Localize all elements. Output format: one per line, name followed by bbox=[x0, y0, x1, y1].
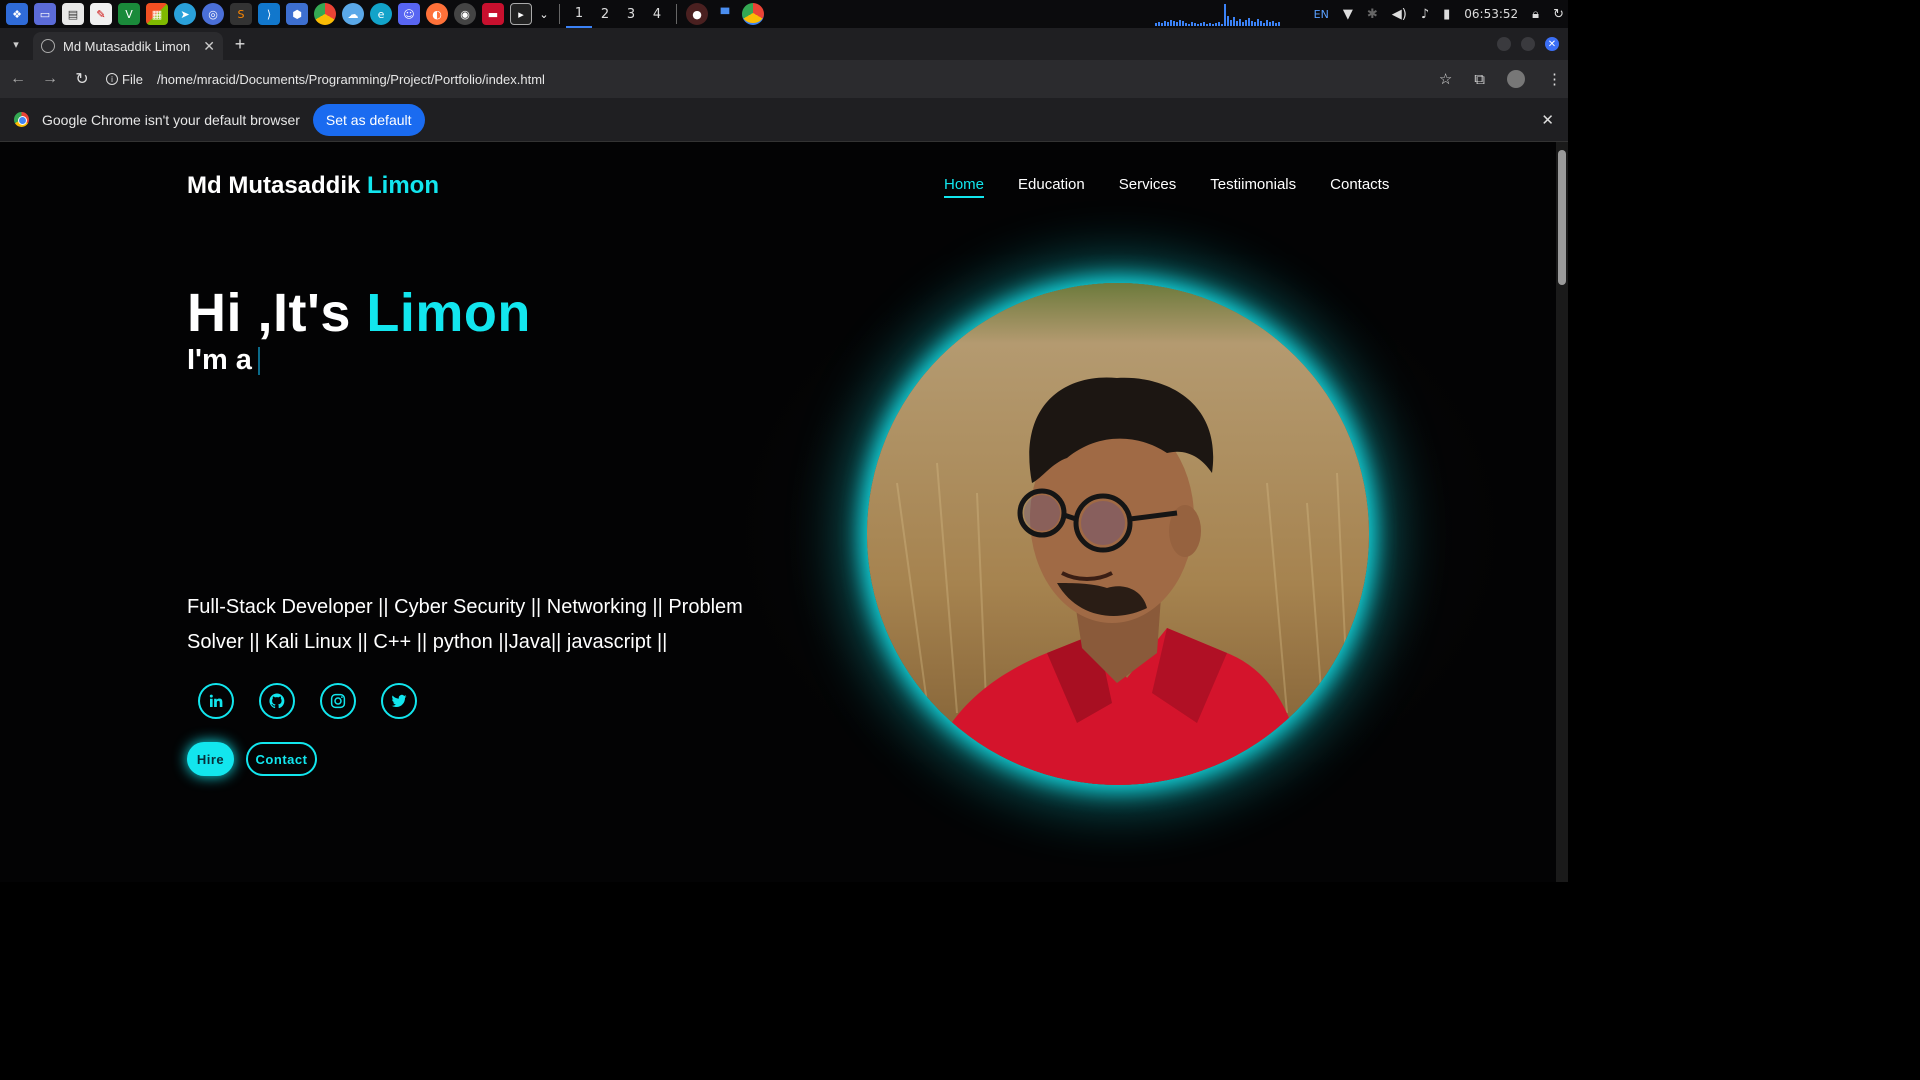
nav-education[interactable]: Education bbox=[1018, 176, 1085, 198]
github-icon[interactable] bbox=[259, 683, 295, 719]
workspace-4[interactable]: 4 bbox=[644, 0, 670, 28]
site-logo[interactable]: Md Mutasaddik Limon bbox=[187, 172, 439, 200]
nav-testimonials[interactable]: Testiimonials bbox=[1210, 176, 1296, 198]
page-scrollbar[interactable] bbox=[1556, 142, 1568, 882]
notification-bell-icon[interactable]: ♪ bbox=[1421, 7, 1429, 22]
browser-tab-active[interactable]: Md Mutasaddik Limon ✕ bbox=[33, 32, 223, 60]
hero-subtitle-text: I'm a bbox=[187, 344, 252, 376]
address-url[interactable]: /home/mracid/Documents/Programming/Proje… bbox=[157, 72, 545, 87]
terminal-red-icon[interactable]: ▬ bbox=[482, 3, 504, 25]
skills-text: Full-Stack Developer || Cyber Security |… bbox=[187, 596, 743, 653]
close-infobar-icon[interactable]: ✕ bbox=[1541, 111, 1554, 129]
sublime-text-icon[interactable]: S bbox=[230, 3, 252, 25]
vscode-icon[interactable]: ⟩ bbox=[258, 3, 280, 25]
tab-title: Md Mutasaddik Limon bbox=[63, 38, 191, 54]
logo-accent-name: Limon bbox=[367, 172, 440, 199]
bookmark-star-icon[interactable]: ☆ bbox=[1439, 70, 1452, 88]
address-bar[interactable]: i File /home/mracid/Documents/Programmin… bbox=[100, 64, 1458, 94]
nav-services[interactable]: Services bbox=[1119, 176, 1177, 198]
reload-icon[interactable]: ↻ bbox=[68, 65, 96, 93]
taskbar-divider bbox=[676, 4, 677, 24]
telegram-icon[interactable]: ➤ bbox=[174, 3, 196, 25]
folder-icon[interactable]: ▀ bbox=[714, 3, 736, 25]
site-nav: Home Education Services Testiimonials Co… bbox=[944, 176, 1389, 198]
page-viewport: Md Mutasaddik Limon Home Education Servi… bbox=[0, 142, 1556, 882]
hero-title: Hi ,It's Limon bbox=[187, 282, 531, 344]
back-arrow-icon[interactable]: ← bbox=[4, 65, 32, 93]
logo-first-name: Md Mutasaddik bbox=[187, 172, 368, 199]
browser-tab-strip: ▾ Md Mutasaddik Limon ✕ + ✕ bbox=[0, 28, 1568, 60]
twitter-icon[interactable] bbox=[381, 683, 417, 719]
vim-icon[interactable]: V bbox=[118, 3, 140, 25]
linkedin-icon[interactable] bbox=[198, 683, 234, 719]
nav-contacts[interactable]: Contacts bbox=[1330, 176, 1389, 198]
chrome-logo-icon bbox=[14, 112, 29, 127]
github-icon[interactable]: ◉ bbox=[454, 3, 476, 25]
lock-icon[interactable]: 🔒︎ bbox=[1532, 7, 1539, 22]
keyboard-language[interactable]: EN bbox=[1314, 8, 1329, 21]
volume-icon[interactable]: ◀) bbox=[1392, 7, 1407, 22]
globe-icon bbox=[41, 39, 55, 53]
tab-search-chevron-icon[interactable]: ▾ bbox=[6, 34, 26, 54]
profile-photo-illustration bbox=[867, 283, 1369, 785]
windows-apps-icon[interactable]: ▦ bbox=[146, 3, 168, 25]
power-icon[interactable]: ↻ bbox=[1553, 7, 1564, 22]
file-manager-icon[interactable]: ▤ bbox=[62, 3, 84, 25]
edge-icon[interactable]: e bbox=[370, 3, 392, 25]
info-icon[interactable]: i bbox=[106, 73, 118, 85]
new-tab-plus-icon[interactable]: + bbox=[230, 34, 250, 54]
hire-button[interactable]: Hire bbox=[187, 742, 234, 776]
minimize-window-button[interactable] bbox=[1497, 37, 1511, 51]
workspace-2[interactable]: 2 bbox=[592, 0, 618, 28]
instagram-icon[interactable] bbox=[320, 683, 356, 719]
chevron-down-icon[interactable]: ⌄ bbox=[538, 3, 550, 25]
hero-title-accent: Limon bbox=[366, 283, 531, 343]
terminal-icon[interactable]: ▸ bbox=[510, 3, 532, 25]
system-tray: EN ▼ ✱ ◀) ♪ ▮ 06:53:52 🔒︎ ↻ bbox=[1154, 0, 1564, 28]
browser-icon[interactable]: ◎ bbox=[202, 3, 224, 25]
workspace-3[interactable]: 3 bbox=[618, 0, 644, 28]
running-app-icon[interactable]: ● bbox=[686, 3, 708, 25]
clock[interactable]: 06:53:52 bbox=[1464, 7, 1518, 21]
infobar-message: Google Chrome isn't your default browser bbox=[42, 111, 300, 128]
taskbar-divider bbox=[559, 4, 560, 24]
more-menu-icon[interactable]: ⋮ bbox=[1547, 70, 1562, 88]
close-tab-icon[interactable]: ✕ bbox=[203, 38, 215, 55]
workspace-1[interactable]: 1 bbox=[566, 0, 592, 28]
contact-button[interactable]: Contact bbox=[246, 742, 317, 776]
cloud-icon[interactable]: ☁ bbox=[342, 3, 364, 25]
social-links bbox=[198, 683, 417, 719]
close-window-button[interactable]: ✕ bbox=[1545, 37, 1559, 51]
document-viewer-icon[interactable]: ✎ bbox=[90, 3, 112, 25]
firefox-icon[interactable]: ◐ bbox=[426, 3, 448, 25]
hero-subtitle: I'm a bbox=[187, 344, 260, 377]
hero-buttons: Hire Contact bbox=[187, 742, 317, 776]
virtualbox-icon[interactable]: ⬢ bbox=[286, 3, 308, 25]
typing-cursor bbox=[257, 346, 260, 375]
extensions-puzzle-icon[interactable]: ⧉ bbox=[1474, 71, 1485, 88]
chrome-icon[interactable] bbox=[314, 3, 336, 25]
taskbar-apps: ❖ ▭ ▤ ✎ V ▦ ➤ ◎ S ⟩ ⬢ ☁ e ☺ ◐ ◉ ▬ ▸ ⌄ bbox=[0, 0, 553, 28]
network-graph bbox=[1154, 2, 1300, 26]
battery-icon[interactable]: ▮ bbox=[1443, 7, 1450, 22]
system-menu-icon[interactable]: ❖ bbox=[6, 3, 28, 25]
profile-photo bbox=[867, 283, 1369, 785]
profile-avatar[interactable] bbox=[1507, 70, 1525, 88]
toolbar-actions: ☆ ⧉ ⋮ bbox=[1439, 64, 1562, 94]
nav-home[interactable]: Home bbox=[944, 176, 985, 198]
discord-icon[interactable]: ☺ bbox=[398, 3, 420, 25]
bluetooth-icon[interactable]: ✱ bbox=[1367, 7, 1378, 22]
desktop-icon[interactable]: ▭ bbox=[34, 3, 56, 25]
forward-arrow-icon[interactable]: → bbox=[36, 65, 64, 93]
system-taskbar: ❖ ▭ ▤ ✎ V ▦ ➤ ◎ S ⟩ ⬢ ☁ e ☺ ◐ ◉ ▬ ▸ ⌄ 1 … bbox=[0, 0, 1568, 28]
chrome-running-icon[interactable] bbox=[742, 3, 764, 25]
address-scheme-label: File bbox=[122, 71, 143, 87]
wifi-icon[interactable]: ▼ bbox=[1343, 7, 1353, 22]
set-as-default-button[interactable]: Set as default bbox=[312, 103, 425, 136]
hero-title-prefix: Hi ,It's bbox=[187, 283, 367, 343]
scrollbar-thumb[interactable] bbox=[1558, 150, 1566, 285]
browser-toolbar: ← → ↻ i File /home/mracid/Documents/Prog… bbox=[0, 60, 1568, 98]
default-browser-infobar: Google Chrome isn't your default browser… bbox=[0, 98, 1568, 142]
maximize-window-button[interactable] bbox=[1521, 37, 1535, 51]
